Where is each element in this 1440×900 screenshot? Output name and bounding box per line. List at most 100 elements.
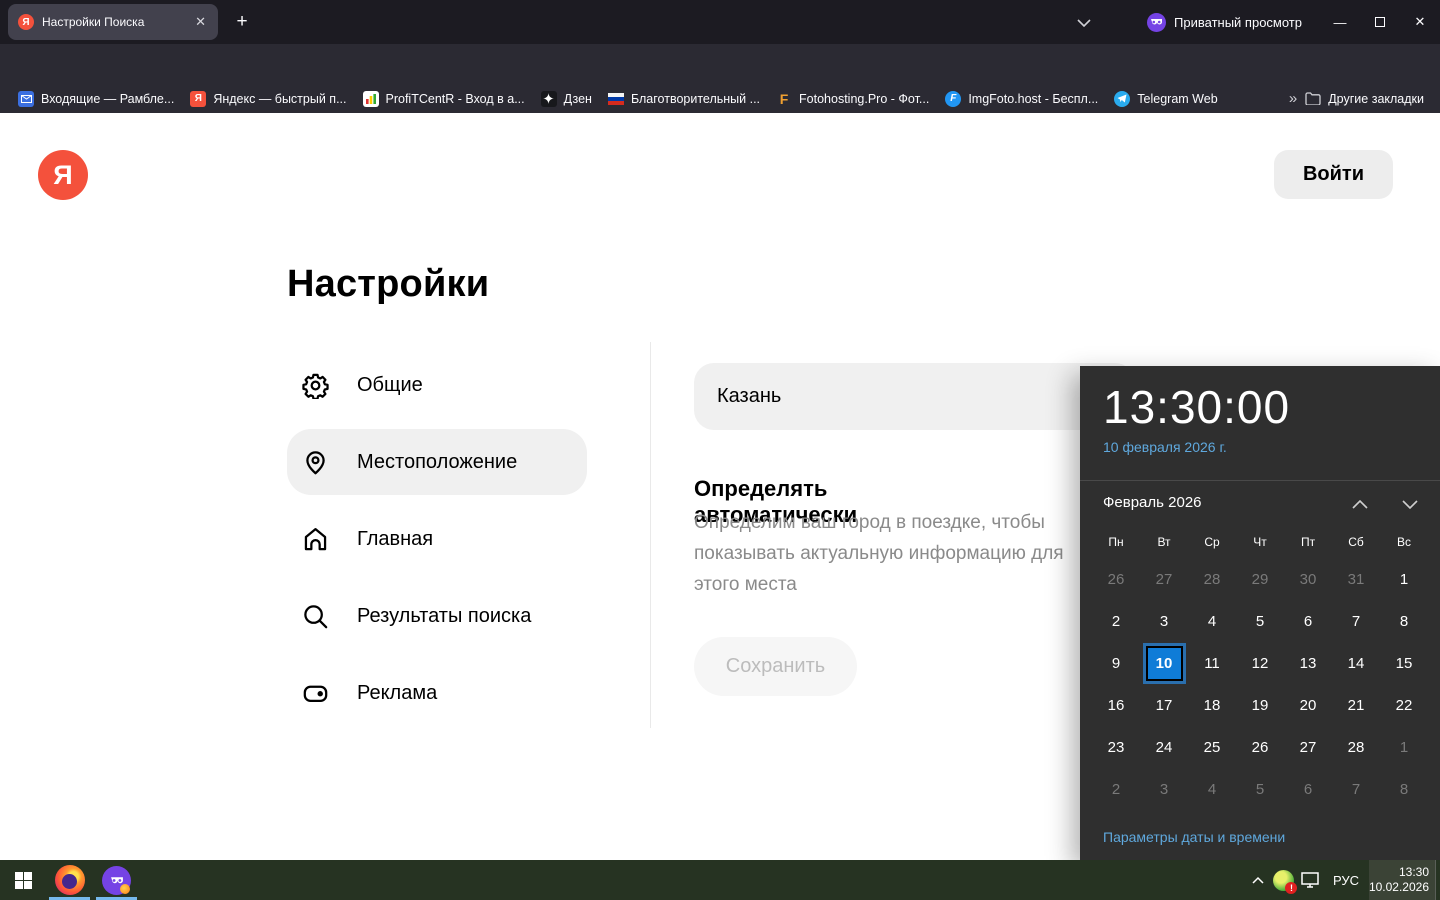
show-desktop-button[interactable] xyxy=(1435,860,1440,900)
yandex-logo[interactable]: Я xyxy=(38,150,88,200)
sidebar-item-gear[interactable]: Общие xyxy=(287,352,587,418)
calendar-day[interactable]: 6 xyxy=(1284,600,1332,642)
page-signin-button[interactable]: Войти xyxy=(1274,150,1393,199)
sidebar-item-search[interactable]: Результаты поиска xyxy=(287,583,587,649)
calendar-day[interactable]: 27 xyxy=(1140,558,1188,600)
calendar-day[interactable]: 28 xyxy=(1332,726,1380,768)
bookmark-item[interactable]: ProfiTCentR - Вход в а... xyxy=(355,88,533,110)
calendar-day[interactable]: 5 xyxy=(1236,768,1284,810)
bookmark-label: Входящие — Рамбле... xyxy=(41,91,175,106)
calendar-day[interactable]: 29 xyxy=(1236,558,1284,600)
clock-time: 13:30 xyxy=(1398,865,1429,879)
auto-detect-description: Определим ваш город в поездке, чтобы пок… xyxy=(694,512,1064,595)
date-time-settings-link[interactable]: Параметры даты и времени xyxy=(1103,829,1285,845)
browser-tab[interactable]: Я Настройки Поиска ✕ xyxy=(8,4,218,40)
calendar-day[interactable]: 8 xyxy=(1380,600,1428,642)
calendar-weekday: Вт xyxy=(1157,535,1171,549)
sidebar-item-pin[interactable]: Местоположение xyxy=(287,429,587,495)
bookmark-item[interactable]: Благотворительный ... xyxy=(600,88,768,110)
calendar-day[interactable]: 4 xyxy=(1188,600,1236,642)
calendar-prev-month-chevron-icon[interactable] xyxy=(1348,492,1372,516)
calendar-day[interactable]: 26 xyxy=(1092,558,1140,600)
bookmark-item[interactable]: Telegram Web xyxy=(1106,88,1225,110)
bar-chart-icon xyxy=(362,90,379,107)
sidebar-item-home[interactable]: Главная xyxy=(287,506,587,572)
other-bookmarks-folder[interactable]: Другие закладки xyxy=(1305,92,1430,106)
calendar-weekday: Пт xyxy=(1300,535,1316,549)
calendar-day[interactable]: 15 xyxy=(1380,642,1428,684)
calendar-day[interactable]: 2 xyxy=(1092,768,1140,810)
calendar-day[interactable]: 4 xyxy=(1188,768,1236,810)
network-tray-icon[interactable] xyxy=(1297,860,1323,900)
telegram-icon xyxy=(1114,90,1131,107)
calendar-day[interactable]: 24 xyxy=(1140,726,1188,768)
restore-button[interactable] xyxy=(1360,0,1400,44)
list-tabs-chevron-icon[interactable] xyxy=(1069,8,1099,36)
bookmark-item[interactable]: F ImgFoto.host - Беспл... xyxy=(937,88,1106,110)
calendar-day[interactable]: 21 xyxy=(1332,684,1380,726)
minimize-button[interactable]: — xyxy=(1320,0,1360,44)
save-button[interactable]: Сохранить xyxy=(694,637,857,696)
calendar-day[interactable]: 27 xyxy=(1284,726,1332,768)
calendar-day[interactable]: 16 xyxy=(1092,684,1140,726)
search-icon xyxy=(302,603,329,630)
clock-date: 10.02.2026 xyxy=(1368,880,1429,894)
taskbar-firefox-button[interactable] xyxy=(46,860,93,900)
calendar-day[interactable]: 1 xyxy=(1380,558,1428,600)
bookmarks-overflow-chevron-icon[interactable]: » xyxy=(1289,90,1297,107)
flyout-date-link[interactable]: 10 февраля 2026 г. xyxy=(1103,439,1227,455)
bookmark-item[interactable]: F Fotohosting.Pro - Фот... xyxy=(768,88,937,110)
taskbar-clock[interactable]: 13:30 10.02.2026 xyxy=(1369,860,1435,900)
calendar-day[interactable]: 22 xyxy=(1380,684,1428,726)
start-button[interactable] xyxy=(0,860,46,900)
calendar-day[interactable]: 31 xyxy=(1332,558,1380,600)
calendar-day-selected[interactable]: 10 xyxy=(1140,642,1188,684)
sidebar-item-tag[interactable]: Реклама xyxy=(287,660,587,726)
calendar-day[interactable]: 12 xyxy=(1236,642,1284,684)
calendar-day[interactable]: 11 xyxy=(1188,642,1236,684)
calendar-day[interactable]: 25 xyxy=(1188,726,1236,768)
bookmark-label: Fotohosting.Pro - Фот... xyxy=(799,91,930,106)
calendar-day[interactable]: 17 xyxy=(1140,684,1188,726)
calendar-day[interactable]: 14 xyxy=(1332,642,1380,684)
tray-expand-chevron-icon[interactable] xyxy=(1245,860,1271,900)
calendar-day[interactable]: 13 xyxy=(1284,642,1332,684)
antivirus-tray-icon[interactable]: ! xyxy=(1271,860,1298,900)
new-tab-button[interactable]: + xyxy=(228,8,256,36)
calendar-day[interactable]: 2 xyxy=(1092,600,1140,642)
calendar-next-month-chevron-icon[interactable] xyxy=(1398,492,1422,516)
firefox-private-icon xyxy=(102,865,131,895)
calendar-day[interactable]: 28 xyxy=(1188,558,1236,600)
close-button[interactable]: ✕ xyxy=(1400,0,1440,44)
calendar-day[interactable]: 3 xyxy=(1140,768,1188,810)
private-mask-icon xyxy=(1147,12,1167,32)
calendar-day[interactable]: 5 xyxy=(1236,600,1284,642)
calendar-day[interactable]: 23 xyxy=(1092,726,1140,768)
bookmark-item[interactable]: Входящие — Рамбле... xyxy=(10,88,182,110)
sidebar-item-label: Результаты поиска xyxy=(357,604,532,627)
bookmark-item[interactable]: Я Яндекс — быстрый п... xyxy=(182,88,354,110)
calendar-day[interactable]: 3 xyxy=(1140,600,1188,642)
language-indicator[interactable]: РУС xyxy=(1323,873,1369,888)
calendar-day[interactable]: 9 xyxy=(1092,642,1140,684)
calendar-day[interactable]: 7 xyxy=(1332,600,1380,642)
calendar-day[interactable]: 18 xyxy=(1188,684,1236,726)
calendar-day-grid: 26 27 28 29 30 31 1 2 3 4 5 6 7 8 9 10 11 12 13 14 15 16 17 18 1… xyxy=(1092,558,1428,810)
calendar-day[interactable]: 6 xyxy=(1284,768,1332,810)
calendar-day[interactable]: 20 xyxy=(1284,684,1332,726)
taskbar-firefox-private-button[interactable] xyxy=(93,860,140,900)
bookmark-item[interactable]: Дзен xyxy=(533,88,600,110)
sidebar-item-label: Главная xyxy=(357,527,434,550)
calendar-day[interactable]: 19 xyxy=(1236,684,1284,726)
city-input[interactable]: Казань xyxy=(694,363,1135,430)
calendar-day[interactable]: 7 xyxy=(1332,768,1380,810)
calendar-day[interactable]: 30 xyxy=(1284,558,1332,600)
sidebar-item-label: Общие xyxy=(357,373,423,396)
bookmark-label: ImgFoto.host - Беспл... xyxy=(968,91,1099,106)
bookmark-label: Благотворительный ... xyxy=(630,91,761,106)
tab-close-icon[interactable]: ✕ xyxy=(193,14,208,30)
calendar-day[interactable]: 1 xyxy=(1380,726,1428,768)
calendar-day[interactable]: 26 xyxy=(1236,726,1284,768)
calendar-day[interactable]: 8 xyxy=(1380,768,1428,810)
private-label: Приватный просмотр xyxy=(1174,14,1302,30)
